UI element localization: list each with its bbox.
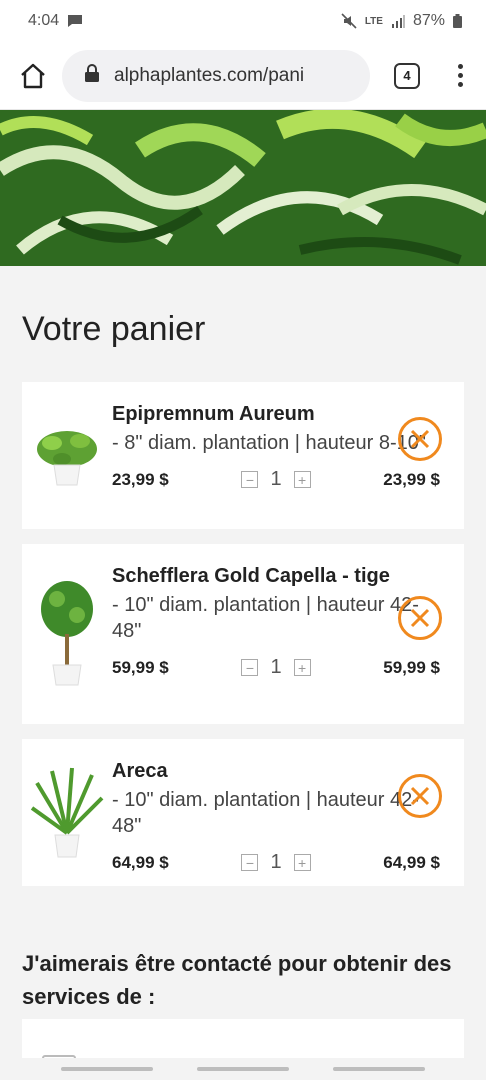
product-name[interactable]: Schefflera Gold Capella - tige — [112, 560, 440, 592]
nav-home-handle[interactable] — [197, 1067, 289, 1071]
quantity-stepper: − 1 + — [241, 656, 311, 679]
system-navigation-bar — [0, 1058, 486, 1080]
product-description: - 10" diam. plantation | hauteur 42-48" — [112, 594, 419, 642]
nav-recents-handle[interactable] — [61, 1067, 153, 1071]
lock-icon — [84, 64, 100, 87]
url-bar[interactable]: alphaplantes.com/pani — [62, 49, 370, 102]
line-total: 64,99 $ — [383, 852, 440, 872]
unit-price: 64,99 $ — [112, 852, 169, 872]
cart-item: Areca - 10" diam. plantation | hauteur 4… — [22, 739, 464, 886]
remove-circle-x-icon — [410, 786, 430, 806]
remove-item-button[interactable] — [398, 596, 442, 640]
cart-item: Schefflera Gold Capella - tige - 10" dia… — [22, 544, 464, 724]
quantity-value: 1 — [270, 656, 282, 678]
line-total: 59,99 $ — [383, 657, 440, 677]
tab-switcher-button[interactable]: 4 — [394, 62, 420, 89]
message-icon — [67, 14, 83, 28]
minus-box-icon[interactable]: − — [241, 471, 259, 488]
product-name[interactable]: Areca — [112, 755, 440, 787]
remove-item-button[interactable] — [398, 417, 442, 461]
status-bar: 4:04 LTE 87% — [0, 0, 486, 42]
cart-list: Epipremnum Aureum - 8" diam. plantation … — [0, 382, 486, 886]
battery-percent: 87% — [412, 12, 445, 29]
line-total: 23,99 $ — [383, 469, 440, 489]
remove-circle-x-icon — [410, 608, 430, 628]
product-image — [22, 560, 112, 708]
mute-icon — [341, 13, 357, 29]
hero-plants-image — [0, 110, 486, 266]
home-icon[interactable] — [18, 61, 48, 91]
plus-box-icon[interactable]: + — [293, 471, 311, 488]
remove-circle-x-icon — [410, 429, 430, 449]
product-description: - 10" diam. plantation | hauteur 42-48" — [112, 789, 419, 837]
cart-item: Epipremnum Aureum - 8" diam. plantation … — [22, 382, 464, 529]
nav-back-handle[interactable] — [333, 1067, 425, 1071]
product-image — [22, 755, 112, 870]
browser-toolbar: alphaplantes.com/pani 4 — [0, 42, 486, 110]
plus-box-icon[interactable]: + — [293, 854, 311, 871]
page-title: Votre panier — [22, 310, 206, 348]
contact-heading: J'aimerais être contacté pour obtenir de… — [22, 951, 452, 1009]
more-vert-icon[interactable] — [448, 64, 472, 87]
product-image — [22, 398, 112, 513]
url-text: alphaplantes.com/pani — [114, 64, 305, 86]
quantity-stepper: − 1 + — [241, 851, 311, 874]
unit-price: 23,99 $ — [112, 469, 169, 489]
battery-icon — [453, 14, 462, 28]
plus-box-icon[interactable]: + — [293, 659, 311, 676]
hero-banner-image — [0, 110, 486, 266]
minus-box-icon[interactable]: − — [241, 854, 259, 871]
remove-item-button[interactable] — [398, 774, 442, 818]
network-label: LTE — [364, 15, 383, 27]
quantity-value: 1 — [270, 468, 282, 490]
product-description: - 8" diam. plantation | hauteur 8-10" — [112, 432, 427, 454]
quantity-value: 1 — [270, 851, 282, 873]
signal-icon — [391, 14, 405, 28]
quantity-stepper: − 1 + — [241, 468, 311, 491]
unit-price: 59,99 $ — [112, 657, 169, 677]
minus-box-icon[interactable]: − — [241, 659, 259, 676]
status-time: 4:04 — [28, 12, 60, 29]
product-name[interactable]: Epipremnum Aureum — [112, 398, 440, 430]
